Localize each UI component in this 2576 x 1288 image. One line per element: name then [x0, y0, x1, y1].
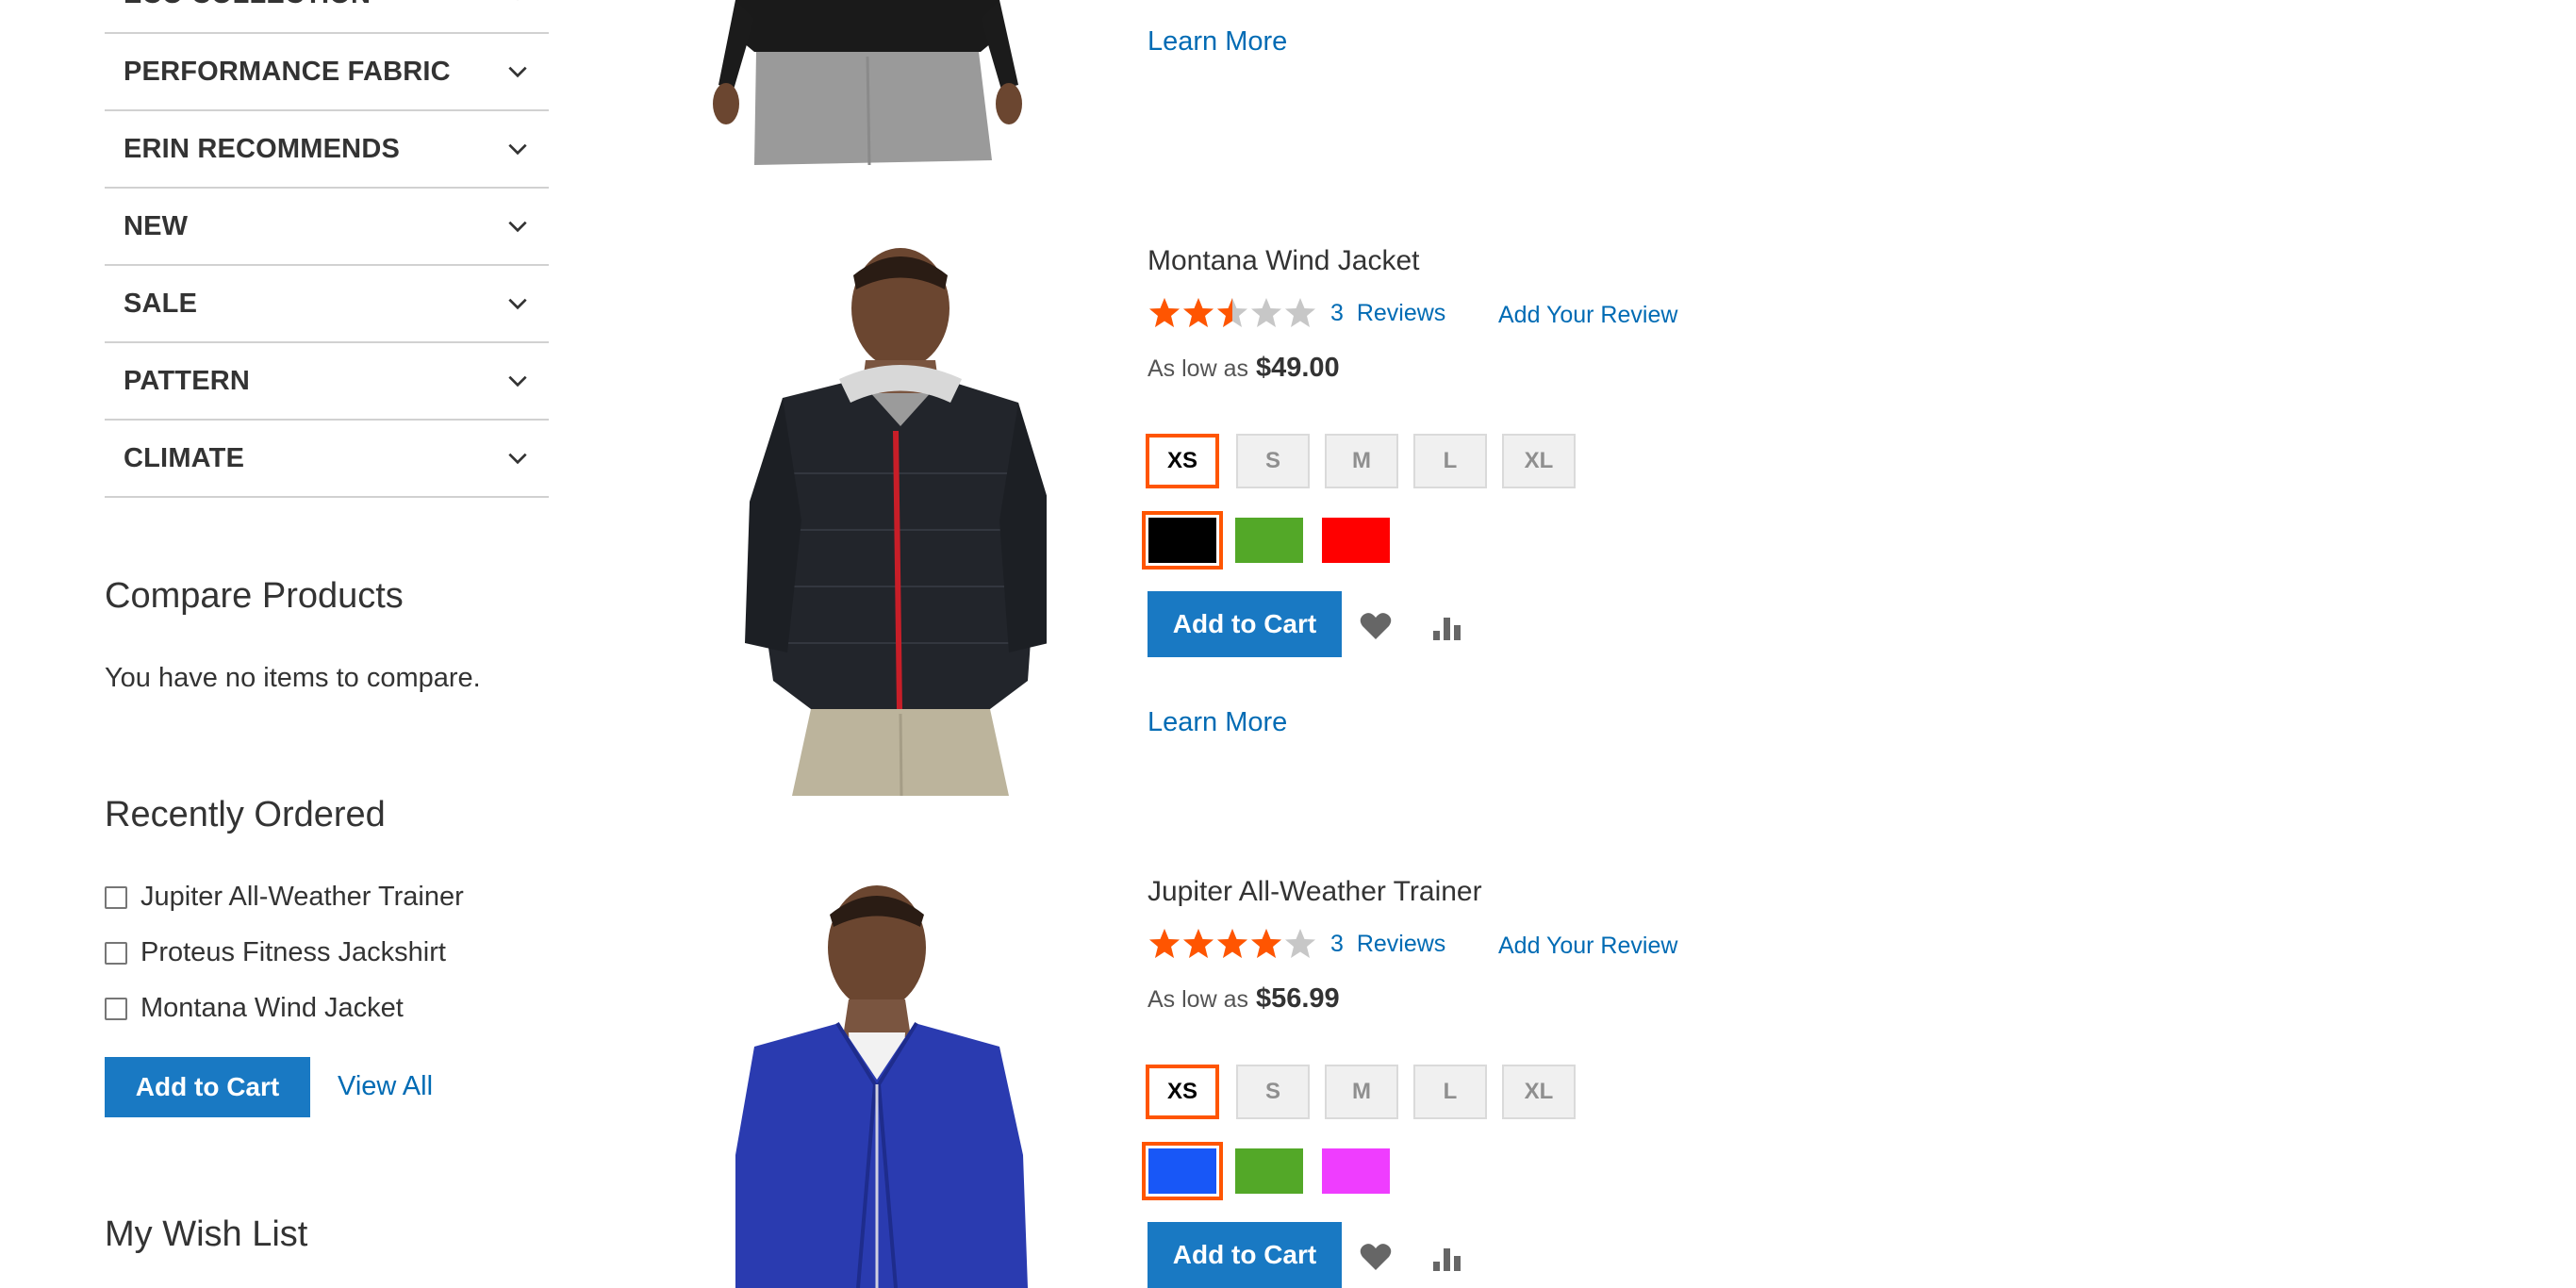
- compare-products-title: Compare Products: [105, 576, 404, 616]
- chevron-down-icon: [508, 66, 527, 78]
- product-price: As low as $56.99: [1148, 983, 1340, 1015]
- filter-eco-collection[interactable]: ECO COLLECTION: [105, 0, 549, 34]
- price-amount: $49.00: [1255, 353, 1340, 383]
- filter-label: ECO COLLECTION: [124, 0, 371, 10]
- size-swatch-m[interactable]: M: [1325, 1065, 1398, 1119]
- learn-more-link[interactable]: Learn More: [1148, 26, 1287, 58]
- filter-label: PATTERN: [124, 365, 251, 396]
- compare-chart-icon[interactable]: [1426, 607, 1467, 649]
- recently-ordered-add-to-cart-button[interactable]: Add to Cart: [105, 1057, 310, 1117]
- size-swatch-m[interactable]: M: [1325, 434, 1398, 488]
- chevron-down-icon: [508, 375, 527, 388]
- rating-stars-icon: [1149, 298, 1315, 327]
- recently-ordered-item: Montana Wind Jacket: [105, 993, 404, 1024]
- product-image[interactable]: [698, 238, 1047, 796]
- size-swatch-xs[interactable]: XS: [1146, 434, 1219, 488]
- price-prefix: As low as: [1148, 986, 1248, 1013]
- learn-more-link[interactable]: Learn More: [1148, 707, 1287, 738]
- wishlist-heart-icon[interactable]: [1355, 1236, 1396, 1278]
- rating-stars-icon: [1149, 929, 1315, 958]
- chevron-down-icon: [508, 143, 527, 156]
- recently-ordered-checkbox[interactable]: [105, 885, 127, 909]
- filter-erin-recommends[interactable]: ERIN RECOMMENDS: [105, 111, 549, 189]
- view-all-link[interactable]: View All: [338, 1071, 433, 1102]
- recently-ordered-item: Jupiter All-Weather Trainer: [105, 882, 464, 913]
- recently-ordered-item-name[interactable]: Proteus Fitness Jackshirt: [140, 937, 446, 968]
- filter-sale[interactable]: SALE: [105, 266, 549, 343]
- color-swatch-red[interactable]: [1322, 518, 1390, 563]
- reviews-link[interactable]: 3 Reviews: [1330, 300, 1445, 327]
- add-review-link[interactable]: Add Your Review: [1498, 302, 1677, 329]
- recently-ordered-title: Recently Ordered: [105, 795, 386, 834]
- recently-ordered-checkbox[interactable]: [105, 997, 127, 1020]
- filter-label: NEW: [124, 210, 189, 241]
- color-swatch-blue[interactable]: [1142, 1142, 1223, 1200]
- filter-climate[interactable]: CLIMATE: [105, 421, 549, 498]
- product-image[interactable]: [717, 872, 1047, 1288]
- reviews-link[interactable]: 3 Reviews: [1330, 931, 1445, 958]
- size-swatch-xl[interactable]: XL: [1502, 1065, 1576, 1119]
- color-swatch-green[interactable]: [1235, 518, 1303, 563]
- filter-label: PERFORMANCE FABRIC: [124, 56, 451, 87]
- wishlist-heart-icon[interactable]: [1355, 605, 1396, 647]
- size-swatch-xl[interactable]: XL: [1502, 434, 1576, 488]
- price-amount: $56.99: [1255, 983, 1340, 1014]
- product-rating: 3 Reviews: [1148, 296, 1445, 330]
- product-name[interactable]: Montana Wind Jacket: [1148, 245, 1419, 277]
- chevron-down-icon: [517, 0, 519, 1]
- filter-label: CLIMATE: [124, 442, 245, 473]
- recently-ordered-item-name[interactable]: Montana Wind Jacket: [140, 993, 404, 1024]
- product-rating: 3 Reviews: [1148, 927, 1445, 961]
- price-prefix: As low as: [1148, 355, 1248, 382]
- compare-empty-text: You have no items to compare.: [105, 663, 481, 693]
- color-swatch-black[interactable]: [1142, 511, 1223, 570]
- size-swatch-s[interactable]: S: [1236, 1065, 1310, 1119]
- filter-performance-fabric[interactable]: PERFORMANCE FABRIC: [105, 34, 549, 111]
- chevron-down-icon: [508, 453, 527, 465]
- filter-label: SALE: [124, 288, 198, 319]
- recently-ordered-item-name[interactable]: Jupiter All-Weather Trainer: [140, 882, 464, 913]
- size-swatch-l[interactable]: L: [1413, 434, 1487, 488]
- add-to-cart-button[interactable]: Add to Cart: [1148, 1222, 1342, 1288]
- color-swatch-green[interactable]: [1235, 1148, 1303, 1194]
- wishlist-title: My Wish List: [105, 1214, 308, 1254]
- size-swatch-s[interactable]: S: [1236, 434, 1310, 488]
- filter-new[interactable]: NEW: [105, 189, 549, 266]
- size-swatch-l[interactable]: L: [1413, 1065, 1487, 1119]
- product-price: As low as $49.00: [1148, 353, 1340, 384]
- filter-label: ERIN RECOMMENDS: [124, 133, 401, 164]
- recently-ordered-item: Proteus Fitness Jackshirt: [105, 937, 446, 968]
- add-to-cart-button[interactable]: Add to Cart: [1148, 591, 1342, 657]
- color-swatch-purple[interactable]: [1322, 1148, 1390, 1194]
- compare-chart-icon[interactable]: [1426, 1238, 1467, 1280]
- product-name[interactable]: Jupiter All-Weather Trainer: [1148, 876, 1482, 908]
- filter-pattern[interactable]: PATTERN: [105, 343, 549, 421]
- add-review-link[interactable]: Add Your Review: [1498, 933, 1677, 960]
- size-swatch-xs[interactable]: XS: [1146, 1065, 1219, 1119]
- recently-ordered-checkbox[interactable]: [105, 941, 127, 965]
- product-image[interactable]: [698, 0, 1037, 168]
- chevron-down-icon: [508, 298, 527, 310]
- chevron-down-icon: [508, 221, 527, 233]
